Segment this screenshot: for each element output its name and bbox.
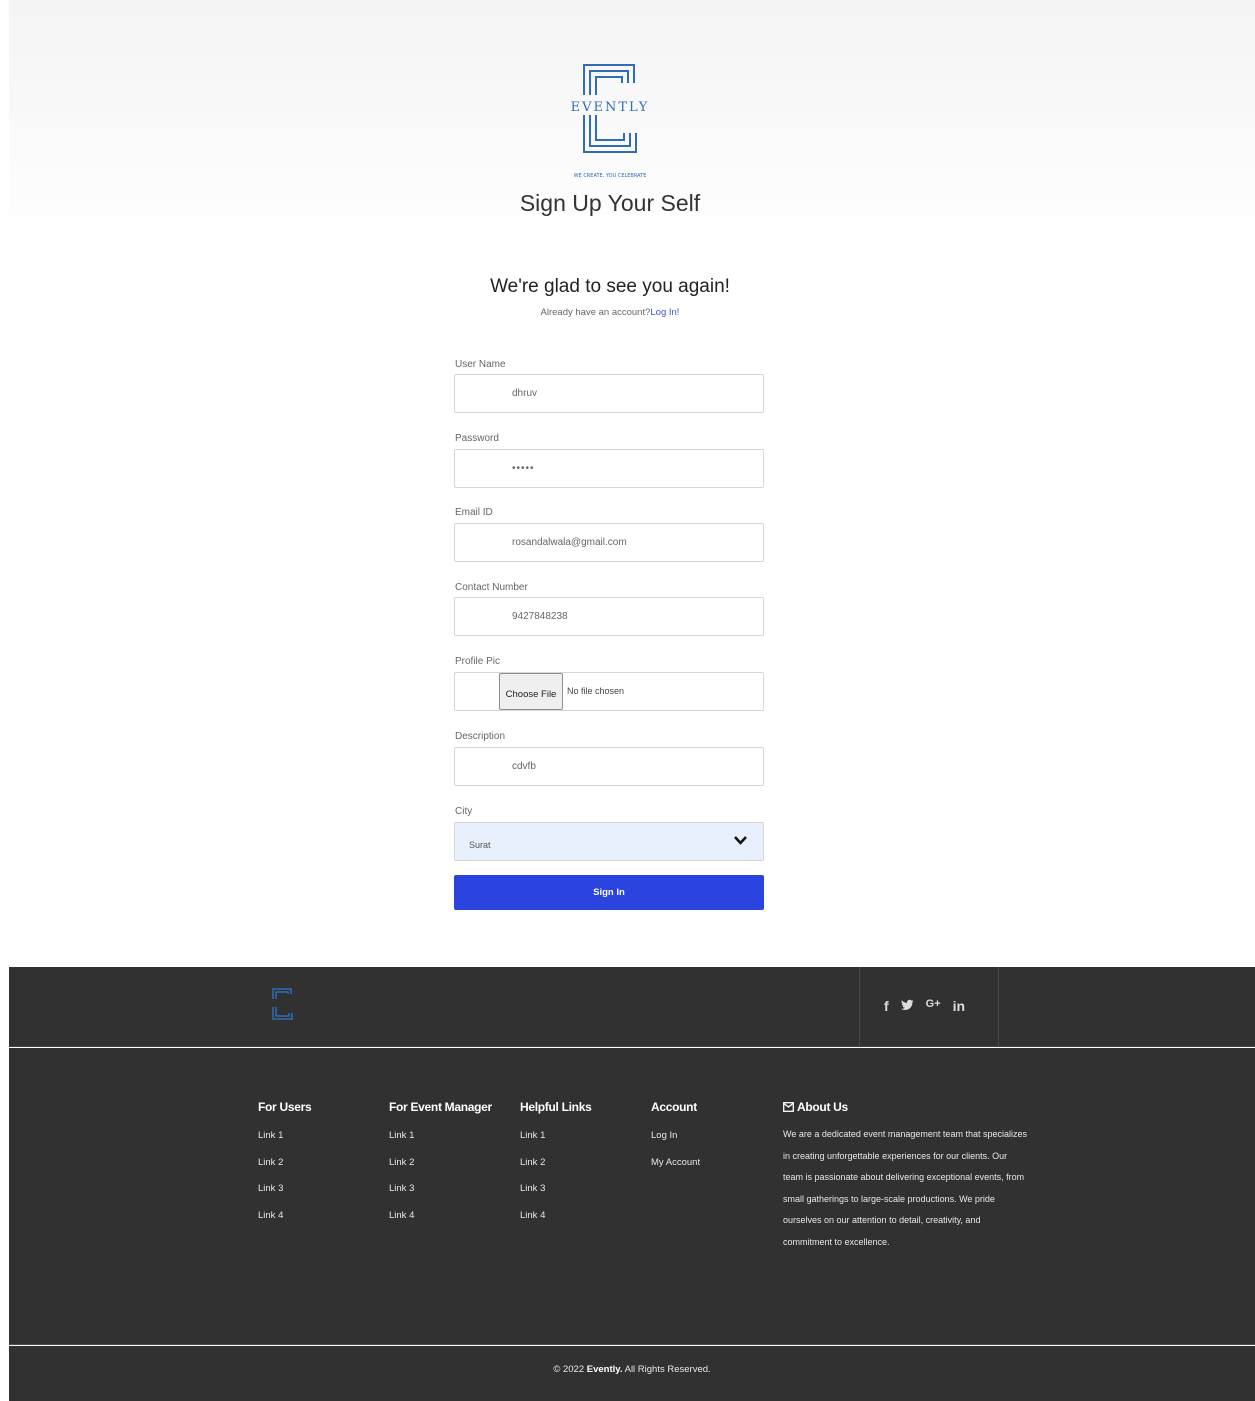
social-links: f G+ in [859, 967, 999, 1047]
footer-links-section: For Users Link 1 Link 2 Link 3 Link 4 Fo… [9, 1048, 1255, 1345]
footer-col-title: Helpful Links [520, 1100, 592, 1114]
footer-link[interactable]: Link 4 [520, 1210, 591, 1237]
logo-tagline-text: WE CREATE, YOU CELEBRATE [574, 173, 647, 179]
about-title: About Us [783, 1100, 1029, 1114]
copyright-bar: © 2022 Evently. All Rights Reserved. [9, 1346, 1255, 1401]
footer-link-login[interactable]: Log In [651, 1130, 700, 1157]
about-title-text: About Us [797, 1100, 848, 1114]
footer-link-my-account[interactable]: My Account [651, 1157, 700, 1184]
footer-link[interactable]: Link 1 [258, 1130, 311, 1157]
account-prompt: Already have an account?Log In! [0, 307, 1220, 318]
footer-link[interactable]: Link 2 [520, 1157, 591, 1184]
footer-col-account: Account Log In My Account [651, 1100, 700, 1183]
account-prompt-text: Already have an account? [540, 307, 651, 318]
city-select[interactable]: Surat [454, 822, 764, 861]
copyright-suffix: All Rights Reserved. [624, 1364, 711, 1375]
description-field[interactable]: cdvfb [454, 747, 764, 786]
footer-link[interactable]: Link 4 [258, 1210, 311, 1237]
footer-logo [272, 988, 293, 1020]
password-field[interactable]: ••••• [454, 449, 764, 488]
username-label: User Name [455, 359, 506, 370]
footer-col-title: For Event Manager [389, 1100, 492, 1114]
city-selected-value: Surat [469, 840, 491, 850]
sign-in-button[interactable]: Sign In [454, 875, 764, 910]
footer-link[interactable]: Link 4 [389, 1210, 492, 1237]
login-link[interactable]: Log In! [650, 307, 679, 318]
email-field[interactable]: rosandalwala@gmail.com [454, 523, 764, 562]
password-label: Password [455, 433, 499, 444]
envelope-icon [783, 1102, 794, 1112]
footer-col-users: For Users Link 1 Link 2 Link 3 Link 4 [258, 1100, 312, 1237]
footer-link[interactable]: Link 3 [258, 1183, 311, 1210]
chevron-down-icon [734, 836, 747, 845]
evently-logo: EVENTLY WE CREATE, YOU CELEBRATE [571, 64, 650, 179]
linkedin-icon[interactable]: in [953, 998, 965, 1014]
page-title: Sign Up Your Self [519, 190, 701, 216]
footer-link[interactable]: Link 1 [520, 1130, 591, 1157]
footer-link[interactable]: Link 2 [258, 1157, 311, 1184]
footer-col-title: Account [651, 1100, 697, 1114]
footer-col-title: For Users [258, 1100, 312, 1114]
footer-top: f G+ in [9, 967, 1255, 1047]
twitter-icon[interactable] [900, 998, 914, 1014]
username-field[interactable]: dhruv [454, 374, 764, 413]
file-status-text: No file chosen [567, 686, 625, 696]
choose-file-button[interactable]: Choose File [499, 673, 563, 710]
email-label: Email ID [455, 507, 493, 518]
google-plus-icon[interactable]: G+ [926, 998, 941, 1014]
footer-link[interactable]: Link 1 [389, 1130, 492, 1157]
footer-link[interactable]: Link 2 [389, 1157, 492, 1184]
footer-col-about: About Us We are a dedicated event manage… [783, 1100, 1029, 1253]
about-text: We are a dedicated event management team… [783, 1129, 1027, 1247]
copyright-prefix: © 2022 [553, 1364, 585, 1375]
footer-col-helpful-links: Helpful Links Link 1 Link 2 Link 3 Link … [520, 1100, 592, 1237]
logo-brand-text: EVENTLY [571, 100, 650, 115]
contact-label: Contact Number [455, 582, 528, 593]
twitter-bird-shape [900, 999, 914, 1010]
facebook-icon[interactable]: f [884, 998, 889, 1014]
welcome-subtitle: We're glad to see you again! [490, 276, 730, 297]
city-label: City [455, 806, 473, 817]
description-label: Description [455, 731, 506, 742]
footer-link[interactable]: Link 3 [520, 1183, 591, 1210]
profile-pic-label: Profile Pic [455, 656, 501, 667]
footer-link[interactable]: Link 3 [389, 1183, 492, 1210]
copyright-brand: Evently. [586, 1364, 623, 1375]
contact-field[interactable]: 9427848238 [454, 597, 764, 636]
profile-pic-field: Choose File No file chosen [454, 672, 764, 711]
footer-col-event-manager: For Event Manager Link 1 Link 2 Link 3 L… [389, 1100, 492, 1236]
